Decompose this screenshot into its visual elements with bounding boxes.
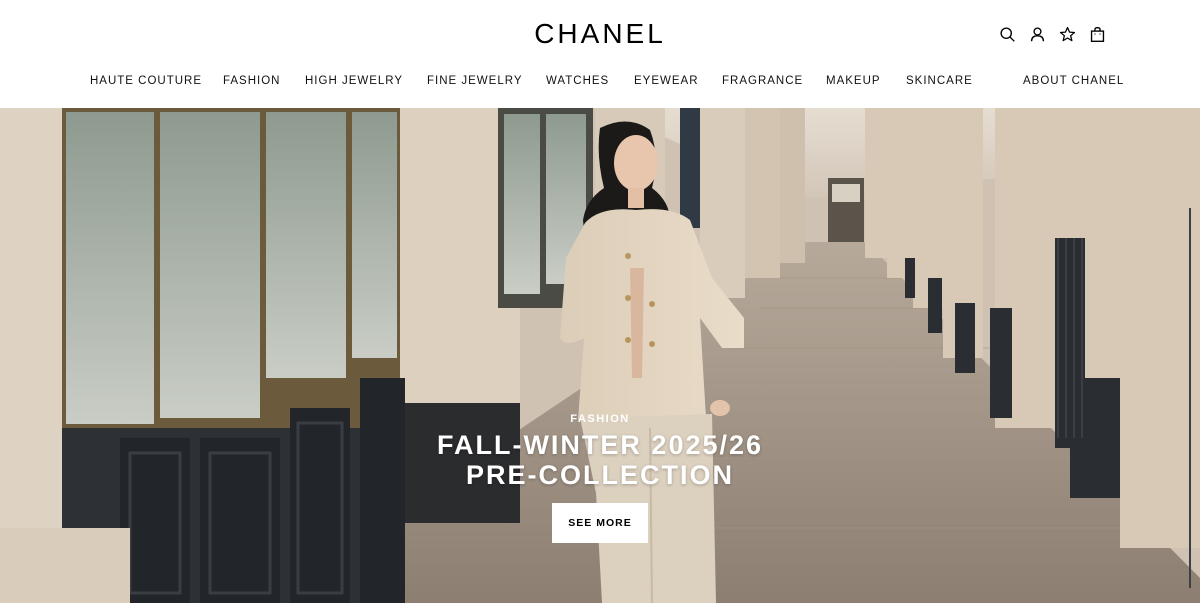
nav-item-eyewear[interactable]: EYEWEAR [634,72,699,90]
hero-eyebrow: FASHION [570,413,630,425]
nav-item-haute-couture[interactable]: HAUTE COUTURE [90,72,202,90]
hero-title-line-2: PRE-COLLECTION [466,460,734,490]
nav-item-fragrance[interactable]: FRAGRANCE [722,72,803,90]
nav-item-makeup[interactable]: MAKEUP [826,72,881,90]
site-header: CHANEL HAUTE COUTURE FASHION HIGH JEWELR… [0,0,1200,108]
nav-item-skincare[interactable]: SKINCARE [906,72,973,90]
nav-item-watches[interactable]: WATCHES [546,72,609,90]
nav-item-high-jewelry[interactable]: HIGH JEWELRY [305,72,403,90]
see-more-button[interactable]: SEE MORE [552,503,648,543]
hero-title-line-1: FALL-WINTER 2025/26 [436,430,764,460]
main-navigation: HAUTE COUTURE FASHION HIGH JEWELRY FINE … [0,72,1200,90]
account-icon[interactable] [1028,24,1046,44]
wishlist-star-icon[interactable] [1058,24,1076,44]
nav-item-fine-jewelry[interactable]: FINE JEWELRY [427,72,523,90]
shopping-bag-icon[interactable] [1088,24,1106,44]
hero-banner[interactable]: FASHION FALL-WINTER 2025/26 PRE-COLLECTI… [0,108,1200,603]
hero-title: FALL-WINTER 2025/26 PRE-COLLECTION [0,430,1200,490]
nav-item-about-chanel[interactable]: ABOUT CHANEL [1023,72,1124,90]
header-icons [998,24,1106,44]
nav-item-fashion[interactable]: FASHION [223,72,280,90]
search-icon[interactable] [998,24,1016,44]
